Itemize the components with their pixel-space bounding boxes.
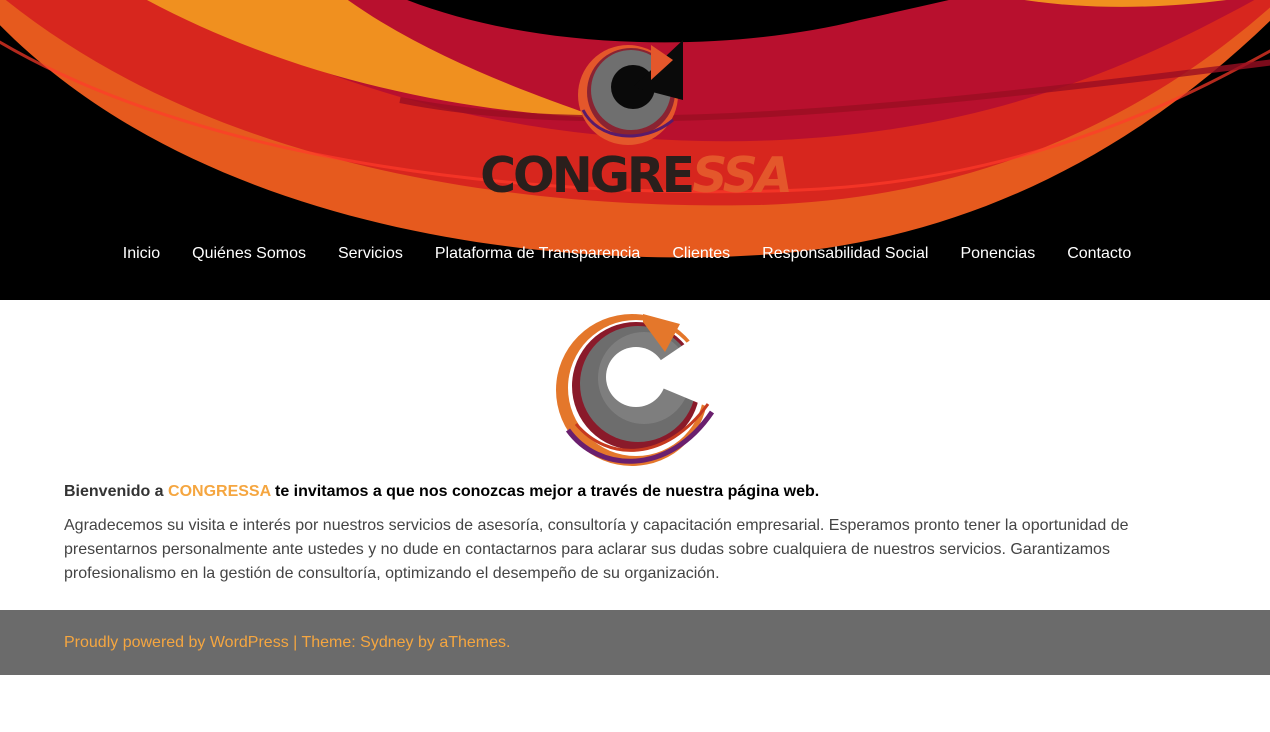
site-brand-wordmark: CONGRESSA: [455, 146, 815, 206]
brand-suffix: SSA: [692, 147, 793, 204]
footer-separator: |: [288, 634, 302, 651]
intro-paragraph: Agradecemos su visita e interés por nues…: [64, 517, 1129, 582]
nav-item-plataforma-transparencia[interactable]: Plataforma de Transparencia: [419, 238, 656, 270]
site-header: CONGRESSA Inicio Quiénes Somos Servicios…: [0, 0, 1270, 300]
nav-item-responsabilidad-social[interactable]: Responsabilidad Social: [746, 238, 944, 270]
welcome-heading: Bienvenido a CONGRESSA te invitamos a qu…: [64, 481, 1214, 503]
nav-item-clientes[interactable]: Clientes: [656, 238, 746, 270]
nav-item-servicios[interactable]: Servicios: [322, 238, 419, 270]
congressa-c-logo-icon: [578, 40, 683, 145]
nav-item-quienes-somos[interactable]: Quiénes Somos: [176, 238, 322, 270]
wordpress-link[interactable]: Proudly powered by WordPress: [64, 634, 289, 651]
welcome-rest: te invitamos a que nos conozcas mejor a …: [270, 483, 820, 500]
welcome-brand: CONGRESSA: [168, 483, 271, 500]
site-footer: Proudly powered by WordPress | Theme: Sy…: [0, 610, 1270, 675]
footer-credit: Proudly powered by WordPress | Theme: Sy…: [64, 632, 510, 654]
welcome-lead: Bienvenido a: [64, 483, 169, 500]
site-brand[interactable]: CONGRESSA: [455, 40, 815, 215]
nav-item-inicio[interactable]: Inicio: [123, 238, 176, 270]
main-content: Bienvenido a CONGRESSA te invitamos a qu…: [0, 300, 1270, 610]
congressa-c-logo-icon: [556, 314, 720, 466]
brand-prefix: CONGRE: [480, 147, 695, 204]
nav-item-contacto[interactable]: Contacto: [1051, 238, 1147, 270]
theme-link[interactable]: Theme: Sydney by aThemes.: [301, 634, 510, 651]
main-navigation: Inicio Quiénes Somos Servicios Plataform…: [0, 238, 1270, 270]
nav-item-ponencias[interactable]: Ponencias: [944, 238, 1051, 270]
